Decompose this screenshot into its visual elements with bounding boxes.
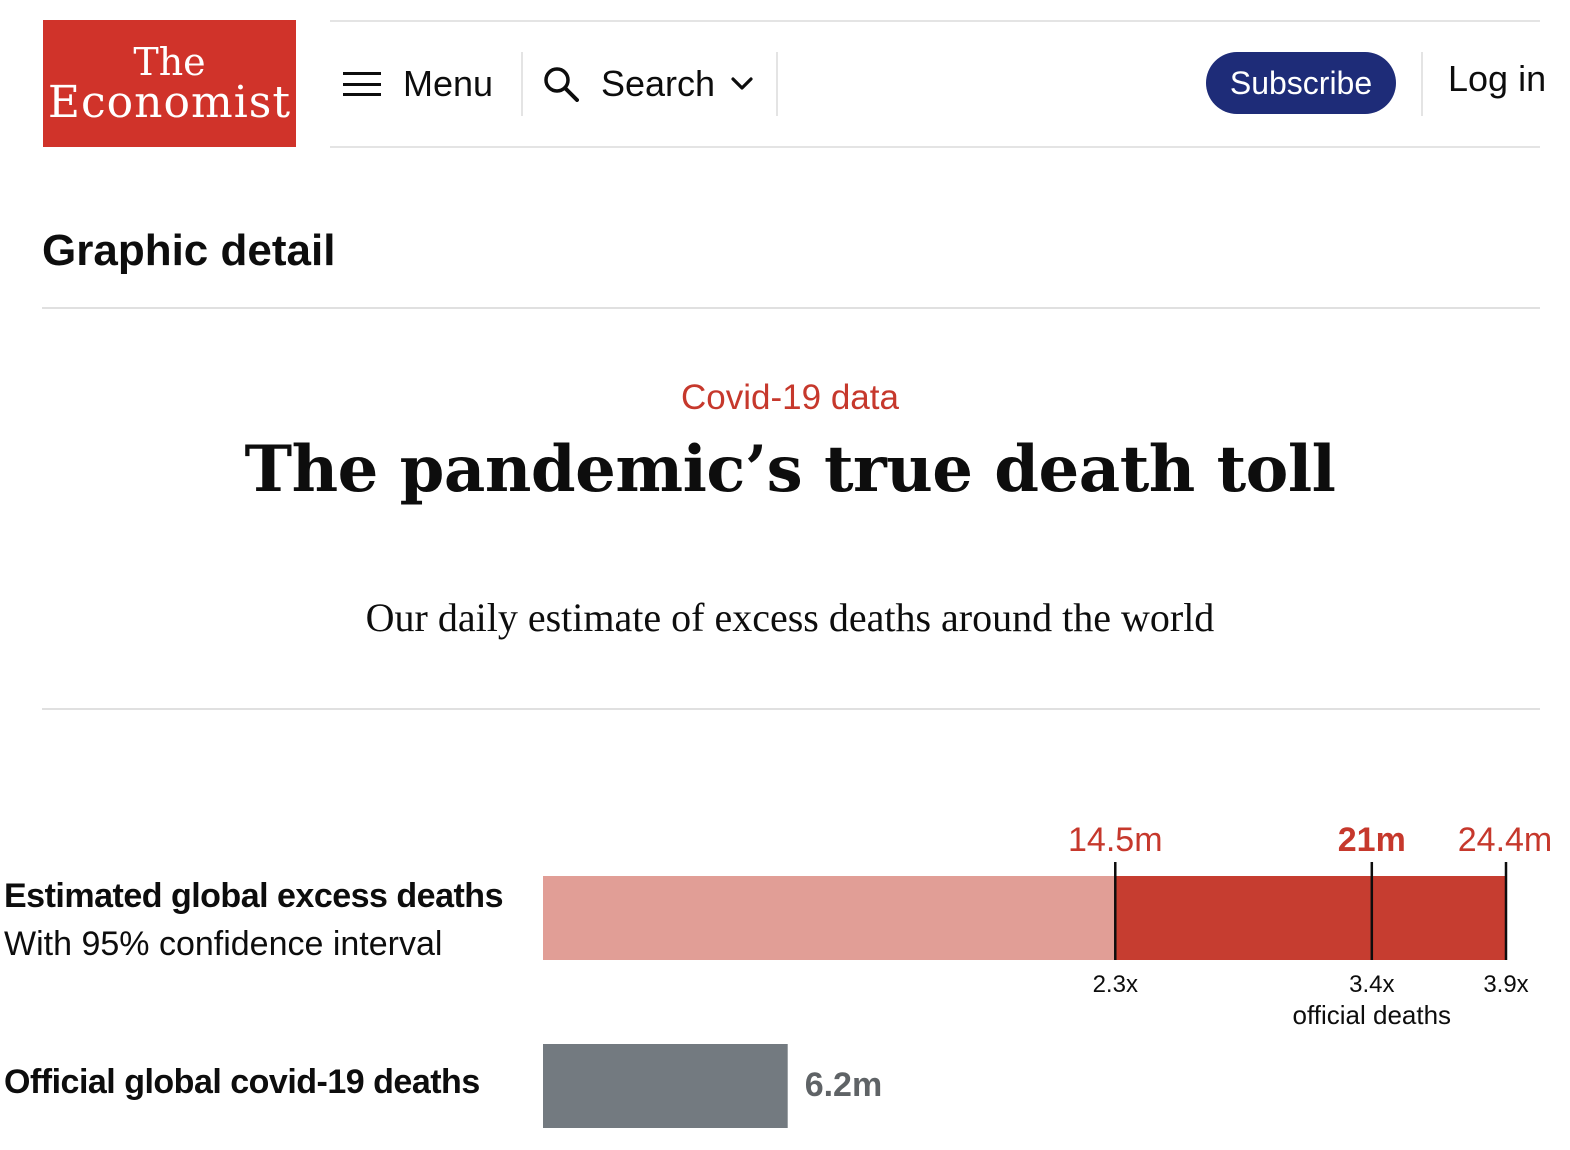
official-deaths-value: 6.2m bbox=[805, 1066, 883, 1104]
multiple-lower: 2.3x bbox=[1093, 971, 1138, 998]
multiple-central: 3.4x bbox=[1349, 971, 1394, 998]
label-lower-bound: 14.5m bbox=[1068, 821, 1163, 859]
official-deaths-bar bbox=[543, 1044, 788, 1128]
official-deaths-caption: official deaths bbox=[1293, 1000, 1452, 1030]
confidence-interval-bar bbox=[1115, 876, 1506, 960]
label-upper-bound: 24.4m bbox=[1458, 821, 1553, 859]
multiple-upper: 3.9x bbox=[1483, 971, 1528, 998]
excess-deaths-chart: 14.5m 21m 24.4m 2.3x 3.4x 3.9x official deaths… bbox=[543, 821, 1553, 1128]
label-central-estimate: 21m bbox=[1338, 821, 1406, 859]
estimate-bar-below-ci bbox=[543, 876, 1116, 960]
